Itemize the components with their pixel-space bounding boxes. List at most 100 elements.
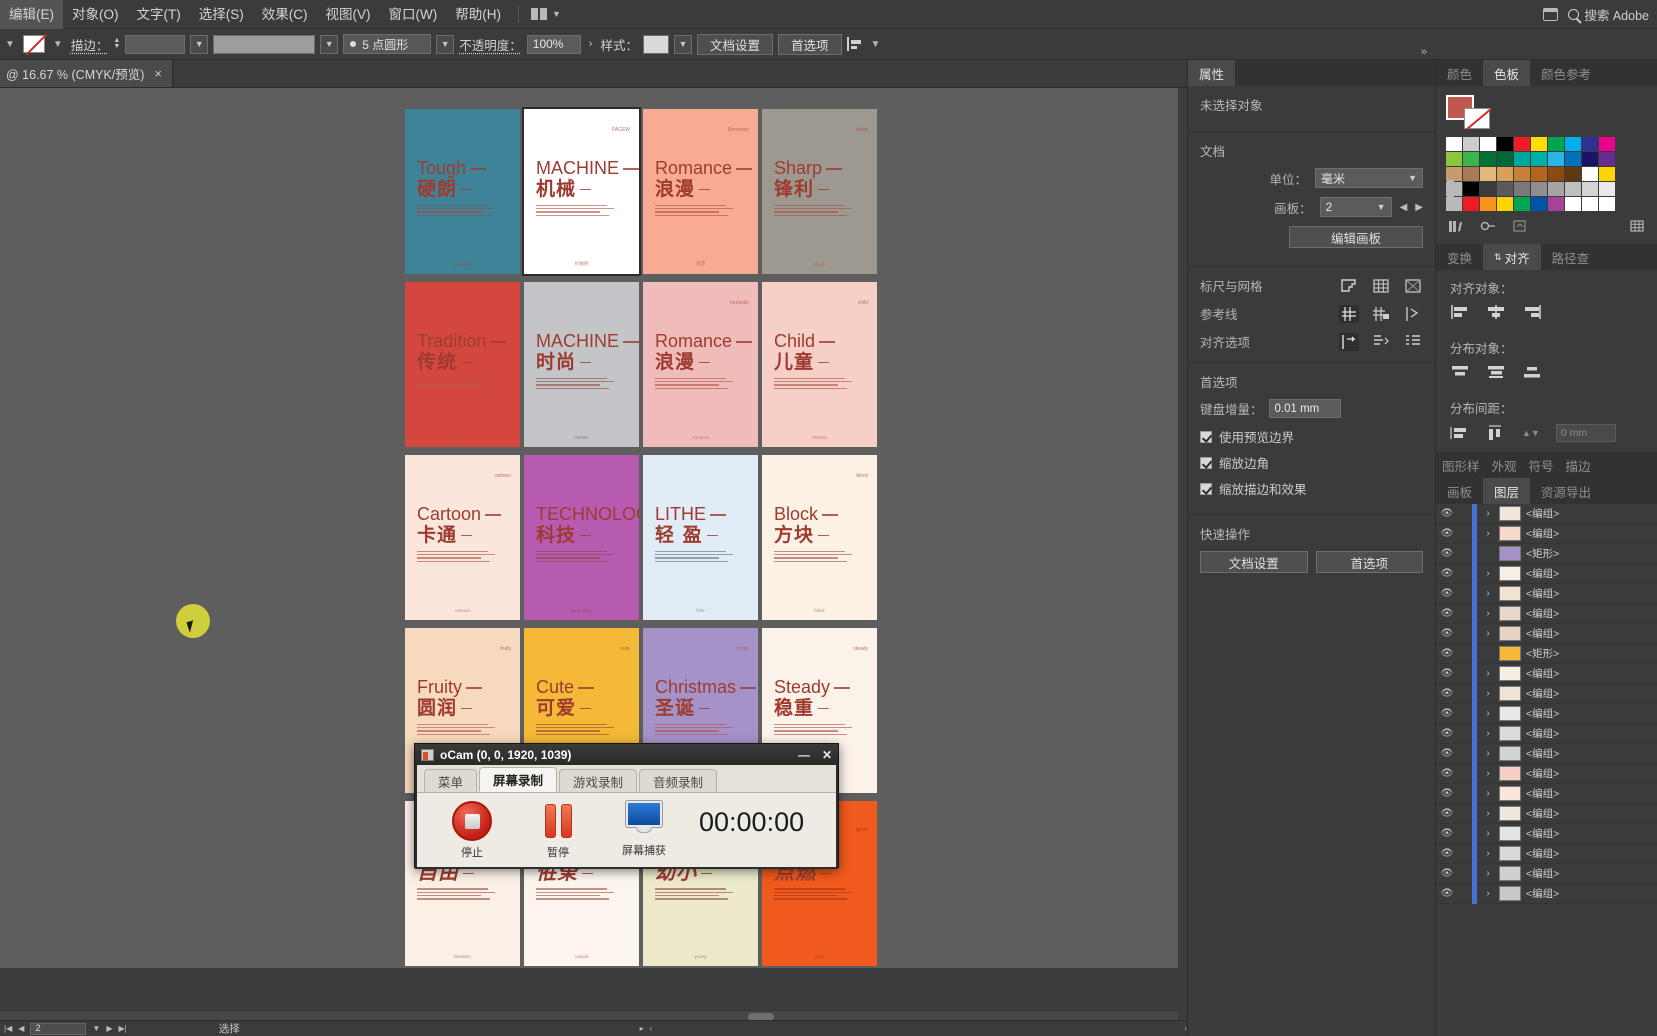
brush-definition-select[interactable]: 5 点圆形 <box>343 34 432 54</box>
menu-item-type[interactable]: 文字(T) <box>128 0 190 29</box>
poster-cell[interactable]: sharp Sharp 锋利 sharp <box>760 109 879 282</box>
chevron-right-icon[interactable]: › <box>1477 768 1499 779</box>
chevron-right-icon[interactable]: › <box>1477 888 1499 899</box>
tab-symbols[interactable]: 符号 <box>1523 452 1560 478</box>
swatch-cell[interactable] <box>1514 167 1530 181</box>
poster-artboard[interactable]: LITHE 轻 盈 lithe <box>643 455 758 620</box>
tab-transform[interactable]: 变换 <box>1436 244 1483 270</box>
poster-artboard[interactable]: romantic Romance 浪漫 romance <box>643 282 758 447</box>
ocam-pause-button[interactable]: 暂停 <box>527 801 589 860</box>
swatch-folder-icon[interactable] <box>1446 195 1462 211</box>
swatch-cell[interactable] <box>1565 152 1581 166</box>
menu-item-help[interactable]: 帮助(H) <box>446 0 510 29</box>
eye-icon[interactable]: 👁 <box>1436 668 1458 679</box>
ocam-tab-screen-record[interactable]: 屏幕录制 <box>479 767 558 792</box>
swatch-cell[interactable] <box>1531 197 1547 211</box>
align-right-icon[interactable] <box>1522 304 1542 320</box>
poster-artboard[interactable]: Tough 硬朗 toughness <box>405 109 520 274</box>
poster-artboard[interactable]: TECHNOLOGY 科技 technology <box>524 455 639 620</box>
layer-row[interactable]: 👁 › <编组> <box>1436 883 1657 904</box>
align-to-artboard-icon[interactable] <box>1403 333 1423 351</box>
swatch-cell[interactable] <box>1599 182 1615 196</box>
poster-artboard[interactable]: sharp Sharp 锋利 sharp <box>762 109 877 274</box>
align-left-icon[interactable] <box>1450 304 1470 320</box>
graphic-style-dropdown[interactable]: ▼ <box>673 34 692 54</box>
menu-item-window[interactable]: 窗口(W) <box>380 0 447 29</box>
arrange-documents-icon[interactable] <box>530 8 547 20</box>
swatch-cell[interactable] <box>1463 152 1479 166</box>
eye-icon[interactable]: 👁 <box>1436 848 1458 859</box>
spacing-field[interactable]: 0 mm <box>1555 424 1616 442</box>
checkbox-use-preview-bounds[interactable]: 使用预览边界 <box>1200 427 1423 446</box>
poster-artboard[interactable]: Tradition 传统 tradition <box>405 282 520 447</box>
layer-row[interactable]: 👁 › <编组> <box>1436 803 1657 824</box>
layers-list[interactable]: 👁 › <编组> 👁 › <编组> 👁 <矩形> 👁 › <编组> 👁 › <编组> 👁 › <编组> 👁 › <编组… <box>1436 503 1657 904</box>
tab-layers[interactable]: 图层 <box>1483 478 1531 504</box>
first-artboard-icon[interactable]: |◀ <box>4 1024 12 1033</box>
workspace-switcher-icon[interactable] <box>1543 7 1559 21</box>
ocam-capture-button[interactable]: 屏幕捕获 <box>613 800 675 858</box>
tab-artboards[interactable]: 画板 <box>1436 478 1483 504</box>
next-artboard-icon[interactable]: ▶ <box>106 1024 112 1033</box>
poster-cell[interactable]: block Block 方块 block <box>760 455 879 628</box>
stroke-profile-dropdown[interactable]: ▼ <box>320 34 339 54</box>
menu-item-object[interactable]: 对象(O) <box>63 0 128 29</box>
fill-none-swatch[interactable] <box>22 35 45 53</box>
swatch-cell[interactable] <box>1497 152 1513 166</box>
swatch-cell[interactable] <box>1548 137 1564 151</box>
swatch-cell[interactable] <box>1514 137 1530 151</box>
chevron-right-icon[interactable]: › <box>1477 708 1499 719</box>
chevron-right-icon[interactable]: › <box>1477 628 1499 639</box>
fill-stroke-indicator[interactable] <box>1446 95 1492 129</box>
chevron-right-icon[interactable]: › <box>1477 788 1499 799</box>
chevron-right-icon[interactable]: › <box>1477 828 1499 839</box>
swatch-cell[interactable] <box>1531 152 1547 166</box>
menu-item-view[interactable]: 视图(V) <box>317 0 380 29</box>
eye-icon[interactable]: 👁 <box>1436 868 1458 879</box>
distribute-bottom-icon[interactable] <box>1522 364 1542 380</box>
eye-icon[interactable]: 👁 <box>1436 788 1458 799</box>
horizontal-distribute-space-icon[interactable] <box>1486 425 1506 441</box>
tab-stroke[interactable]: 描边 <box>1560 452 1597 478</box>
lock-guides-icon[interactable] <box>1371 305 1391 323</box>
prev-artboard-icon[interactable]: ◀ <box>1400 202 1408 213</box>
swatch-cell[interactable] <box>1480 182 1496 196</box>
tab-appearance[interactable]: 外观 <box>1486 452 1523 478</box>
layer-row[interactable]: 👁 › <编组> <box>1436 583 1657 604</box>
stroke-profile-field[interactable] <box>213 34 316 54</box>
layer-row[interactable]: 👁 › <编组> <box>1436 823 1657 844</box>
eye-icon[interactable]: 👁 <box>1436 568 1458 579</box>
poster-cell[interactable]: LITHE 轻 盈 lithe <box>641 455 760 628</box>
swatch-cell[interactable] <box>1463 167 1479 181</box>
swatch-cell[interactable] <box>1446 137 1462 151</box>
chevron-down-icon[interactable]: ▼ <box>2 39 18 50</box>
align-to-selection-icon[interactable] <box>1339 332 1359 351</box>
preferences-button[interactable]: 首选项 <box>777 33 842 55</box>
swatch-cell[interactable] <box>1582 197 1598 211</box>
artboard-dropdown-icon[interactable]: ▼ <box>92 1024 100 1033</box>
swatch-folder-icon[interactable] <box>1446 180 1462 196</box>
align-center-horizontal-icon[interactable] <box>1486 304 1506 320</box>
swatch-cell[interactable] <box>1446 152 1462 166</box>
show-grid-icon[interactable] <box>1371 277 1391 295</box>
menu-item-select[interactable]: 选择(S) <box>190 0 253 29</box>
ocam-tab-game-record[interactable]: 游戏录制 <box>559 769 638 792</box>
chevron-right-icon[interactable]: › <box>1477 868 1499 879</box>
poster-cell[interactable]: Tradition 传统 tradition <box>403 282 522 455</box>
close-icon[interactable]: ✕ <box>822 748 832 762</box>
tab-asset-export[interactable]: 资源导出 <box>1530 478 1602 504</box>
layer-row[interactable]: 👁 › <编组> <box>1436 703 1657 724</box>
eye-icon[interactable]: 👁 <box>1436 768 1458 779</box>
layer-row[interactable]: 👁 › <编组> <box>1436 783 1657 804</box>
smart-guides-icon[interactable] <box>1403 305 1423 323</box>
layer-row[interactable]: 👁 › <编组> <box>1436 763 1657 784</box>
layer-row[interactable]: 👁 › <编组> <box>1436 623 1657 644</box>
tab-color-guide[interactable]: 颜色参考 <box>1530 60 1602 86</box>
eye-icon[interactable]: 👁 <box>1436 508 1458 519</box>
swatch-cell[interactable] <box>1514 182 1530 196</box>
poster-cell[interactable]: TECHNOLOGY 科技 technology <box>522 455 641 628</box>
swatch-view-options-icon[interactable] <box>1629 219 1645 236</box>
stroke-stepper[interactable]: ▲ ▼ <box>113 37 120 50</box>
tab-swatches[interactable]: 色板 <box>1483 60 1531 86</box>
ocam-tab-audio-record[interactable]: 音频录制 <box>639 769 718 792</box>
